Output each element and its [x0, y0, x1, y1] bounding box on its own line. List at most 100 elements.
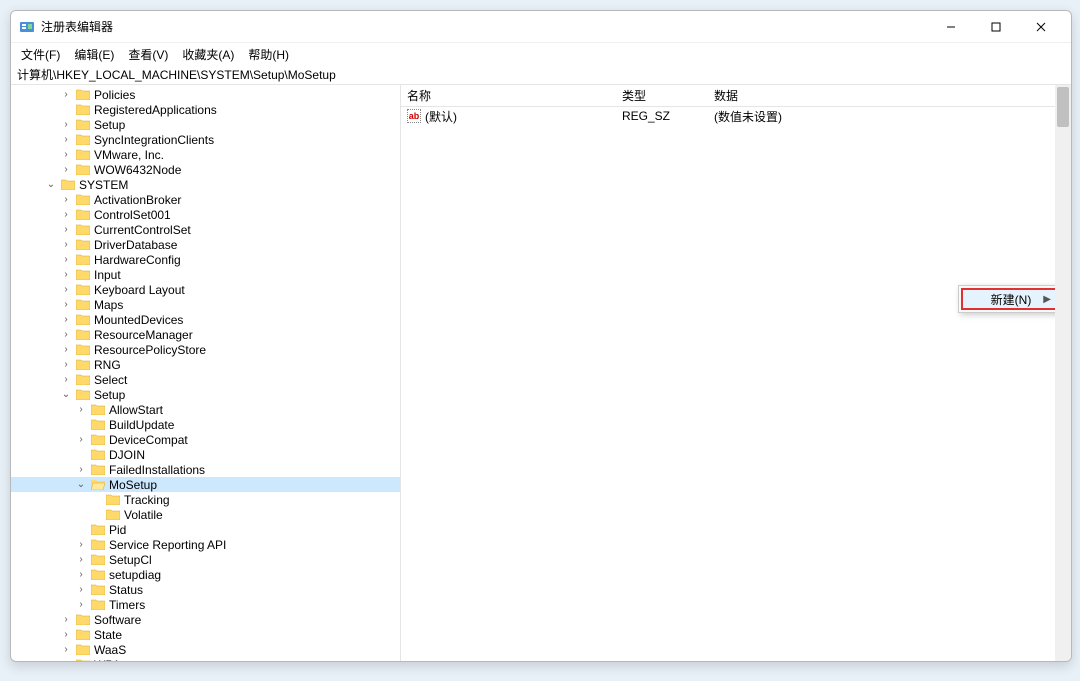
detail-row[interactable]: ab (默认) REG_SZ (数值未设置): [401, 107, 1071, 125]
collapse-icon[interactable]: ⌄: [60, 389, 72, 400]
expand-icon[interactable]: ›: [60, 629, 72, 640]
tree-item[interactable]: ›AllowStart: [11, 402, 400, 417]
maximize-button[interactable]: [973, 12, 1018, 42]
collapse-icon[interactable]: ⌄: [75, 479, 87, 490]
tree-item[interactable]: ›ResourceManager: [11, 327, 400, 342]
folder-icon: [90, 568, 106, 582]
scrollbar-thumb[interactable]: [1057, 87, 1069, 127]
tree-item[interactable]: Pid: [11, 522, 400, 537]
tree-item[interactable]: ›ControlSet001: [11, 207, 400, 222]
tree-item[interactable]: Tracking: [11, 492, 400, 507]
detail-panel[interactable]: 名称 类型 数据 ab (默认) REG_SZ (数值未设置) 新建(N) ▶: [401, 85, 1071, 661]
expand-icon[interactable]: ›: [75, 569, 87, 580]
tree-item[interactable]: ›State: [11, 627, 400, 642]
tree-item[interactable]: ›Timers: [11, 597, 400, 612]
expand-icon[interactable]: ›: [60, 644, 72, 655]
address-bar[interactable]: 计算机\HKEY_LOCAL_MACHINE\SYSTEM\Setup\MoSe…: [11, 65, 1071, 85]
registry-editor-window: 注册表编辑器 文件(F) 编辑(E) 查看(V) 收藏夹(A) 帮助(H) 计算…: [10, 10, 1072, 662]
menu-file[interactable]: 文件(F): [15, 44, 66, 65]
collapse-icon[interactable]: ⌄: [45, 179, 57, 190]
titlebar[interactable]: 注册表编辑器: [11, 11, 1071, 43]
expand-icon[interactable]: ›: [60, 284, 72, 295]
tree-item[interactable]: ›SyncIntegrationClients: [11, 132, 400, 147]
menu-help[interactable]: 帮助(H): [242, 44, 295, 65]
expand-icon[interactable]: ›: [60, 659, 72, 661]
expand-icon[interactable]: ›: [75, 539, 87, 550]
expand-icon[interactable]: ›: [60, 149, 72, 160]
expand-icon[interactable]: ›: [75, 554, 87, 565]
expand-icon[interactable]: ›: [75, 434, 87, 445]
tree-item[interactable]: ›HardwareConfig: [11, 252, 400, 267]
tree-item[interactable]: ›DeviceCompat: [11, 432, 400, 447]
expand-icon[interactable]: ›: [60, 344, 72, 355]
expand-icon[interactable]: ›: [60, 194, 72, 205]
expand-icon[interactable]: ›: [60, 164, 72, 175]
tree-item[interactable]: › RNG: [11, 357, 400, 372]
expand-icon[interactable]: ›: [60, 119, 72, 130]
expand-icon[interactable]: ›: [75, 404, 87, 415]
tree-item[interactable]: ›Service Reporting API: [11, 537, 400, 552]
menu-edit[interactable]: 编辑(E): [68, 44, 120, 65]
value-type: REG_SZ: [616, 109, 708, 123]
tree-item[interactable]: RegisteredApplications: [11, 102, 400, 117]
tree-item[interactable]: ›WPA: [11, 657, 400, 661]
folder-icon: [90, 433, 106, 447]
value-name: (默认): [425, 108, 457, 125]
tree-item[interactable]: ›Maps: [11, 297, 400, 312]
expand-icon[interactable]: ›: [60, 224, 72, 235]
col-header-data[interactable]: 数据: [708, 87, 1071, 104]
tree-item[interactable]: ›Select: [11, 372, 400, 387]
expand-icon[interactable]: ›: [60, 374, 72, 385]
tree-item[interactable]: ›SetupCl: [11, 552, 400, 567]
tree-item[interactable]: ›FailedInstallations: [11, 462, 400, 477]
expand-icon[interactable]: ›: [60, 314, 72, 325]
tree-item[interactable]: ›ResourcePolicyStore: [11, 342, 400, 357]
menu-favorites[interactable]: 收藏夹(A): [176, 44, 240, 65]
tree-item[interactable]: Volatile: [11, 507, 400, 522]
expand-icon[interactable]: ›: [60, 239, 72, 250]
tree-item[interactable]: BuildUpdate: [11, 417, 400, 432]
expand-icon[interactable]: ›: [75, 584, 87, 595]
folder-icon: [75, 658, 91, 662]
minimize-button[interactable]: [928, 12, 973, 42]
tree-item[interactable]: ›MountedDevices: [11, 312, 400, 327]
expand-icon[interactable]: ›: [60, 614, 72, 625]
folder-icon: [75, 253, 91, 267]
detail-scrollbar[interactable]: [1055, 85, 1071, 661]
tree-panel[interactable]: ›PoliciesRegisteredApplications›Setup›Sy…: [11, 85, 401, 661]
expand-icon[interactable]: ›: [60, 89, 72, 100]
tree-item[interactable]: ›Setup: [11, 117, 400, 132]
tree-item[interactable]: ›CurrentControlSet: [11, 222, 400, 237]
tree-item[interactable]: ›setupdiag: [11, 567, 400, 582]
tree-item[interactable]: ›Input: [11, 267, 400, 282]
expand-icon[interactable]: ›: [60, 269, 72, 280]
expand-icon[interactable]: ›: [75, 599, 87, 610]
expand-icon[interactable]: ›: [75, 464, 87, 475]
col-header-name[interactable]: 名称: [401, 87, 616, 104]
close-button[interactable]: [1018, 12, 1063, 42]
expand-icon[interactable]: ›: [60, 299, 72, 310]
tree-item[interactable]: ›WaaS: [11, 642, 400, 657]
tree-item[interactable]: ›VMware, Inc.: [11, 147, 400, 162]
expand-icon[interactable]: ›: [60, 329, 72, 340]
tree-item[interactable]: ›Status: [11, 582, 400, 597]
tree-item[interactable]: ›DriverDatabase: [11, 237, 400, 252]
tree-item[interactable]: ⌄SYSTEM: [11, 177, 400, 192]
app-icon: [19, 19, 35, 35]
menu-view[interactable]: 查看(V): [122, 44, 174, 65]
tree-item[interactable]: ›ActivationBroker: [11, 192, 400, 207]
context-menu-new[interactable]: 新建(N) ▶: [961, 288, 1059, 310]
tree-item[interactable]: ⌄Setup: [11, 387, 400, 402]
tree-item[interactable]: ⌄MoSetup: [11, 477, 400, 492]
tree-label: RNG: [94, 358, 121, 372]
expand-icon[interactable]: ›: [60, 134, 72, 145]
tree-item[interactable]: ›WOW6432Node: [11, 162, 400, 177]
col-header-type[interactable]: 类型: [616, 87, 708, 104]
tree-item[interactable]: ›Policies: [11, 87, 400, 102]
tree-item[interactable]: DJOIN: [11, 447, 400, 462]
tree-item[interactable]: ›Software: [11, 612, 400, 627]
expand-icon[interactable]: ›: [60, 254, 72, 265]
expand-icon[interactable]: ›: [60, 359, 72, 370]
expand-icon[interactable]: ›: [60, 209, 72, 220]
tree-item[interactable]: ›Keyboard Layout: [11, 282, 400, 297]
